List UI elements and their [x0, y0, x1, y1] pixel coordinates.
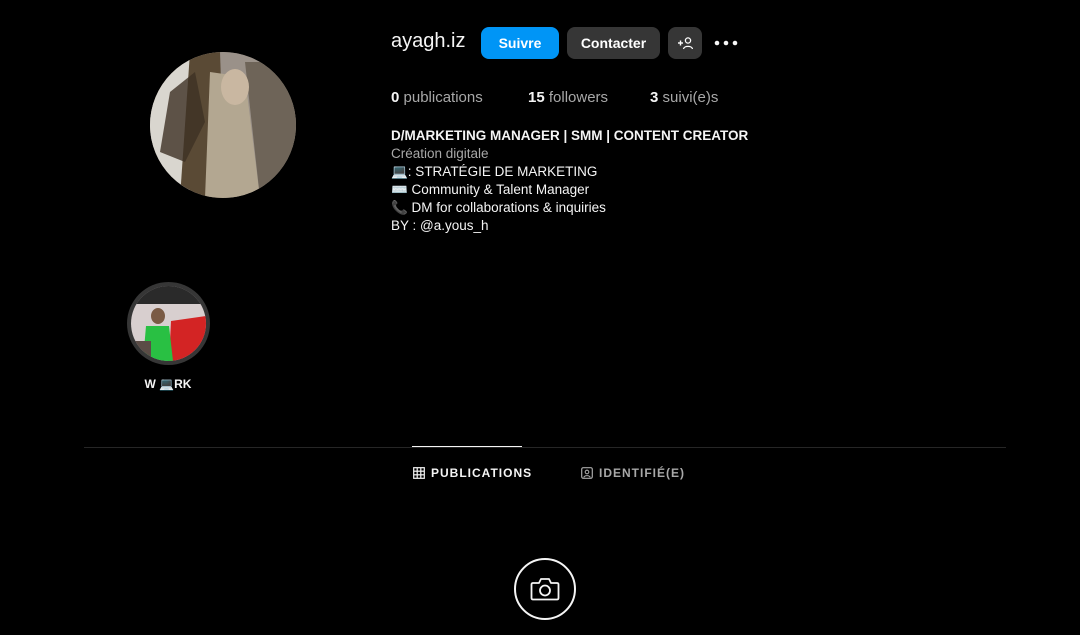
bio-line: 💻: STRATÉGIE DE MARKETING — [391, 164, 598, 179]
posts-stat: 0 publications — [391, 89, 483, 106]
followers-label: followers — [548, 89, 609, 106]
profile-page: ayagh.iz Suivre Contacter 0 publications… — [0, 0, 1080, 635]
following-stat[interactable]: 3 suivi(e)s — [650, 89, 718, 106]
more-options-button[interactable] — [712, 31, 740, 55]
tab-publications-label: PUBLICATIONS — [431, 466, 533, 480]
follow-button[interactable]: Suivre — [481, 27, 559, 59]
add-user-icon — [678, 37, 693, 50]
more-icon — [714, 40, 738, 46]
following-count: 3 — [650, 89, 659, 106]
followers-count: 15 — [528, 89, 545, 106]
tabs-divider — [84, 447, 1006, 448]
following-label: suivi(e)s — [662, 89, 719, 106]
tab-publications[interactable]: PUBLICATIONS — [413, 466, 532, 480]
posts-label: publications — [403, 89, 483, 106]
bio-name: D/MARKETING MANAGER | SMM | CONTENT CREA… — [391, 128, 749, 143]
followers-stat[interactable]: 15 followers — [528, 89, 608, 106]
highlight-photo — [131, 286, 206, 361]
profile-username: ayagh.iz — [391, 30, 466, 52]
grid-icon — [413, 467, 425, 479]
posts-count: 0 — [391, 89, 400, 106]
tab-tagged[interactable]: IDENTIFIÉ(E) — [581, 466, 685, 480]
active-tab-indicator — [412, 446, 522, 447]
profile-bio: D/MARKETING MANAGER | SMM | CONTENT CREA… — [391, 127, 748, 235]
tab-tagged-label: IDENTIFIÉ(E) — [599, 466, 685, 480]
bio-line: 📞 DM for collaborations & inquiries — [391, 200, 606, 215]
bio-category: Création digitale — [391, 146, 489, 161]
highlight-cover — [131, 286, 206, 361]
bio-line: BY : @a.yous_h — [391, 218, 489, 233]
highlight-label: W 💻RK — [144, 377, 192, 391]
bio-line: ⌨️ Community & Talent Manager — [391, 182, 590, 197]
story-highlight[interactable] — [127, 282, 210, 365]
camera-icon — [530, 578, 560, 601]
avatar-photo — [150, 52, 296, 198]
contact-button[interactable]: Contacter — [567, 27, 660, 59]
empty-posts-camera — [514, 558, 576, 620]
profile-avatar[interactable] — [150, 52, 296, 198]
tagged-icon — [581, 467, 593, 479]
suggest-user-button[interactable] — [668, 27, 702, 59]
